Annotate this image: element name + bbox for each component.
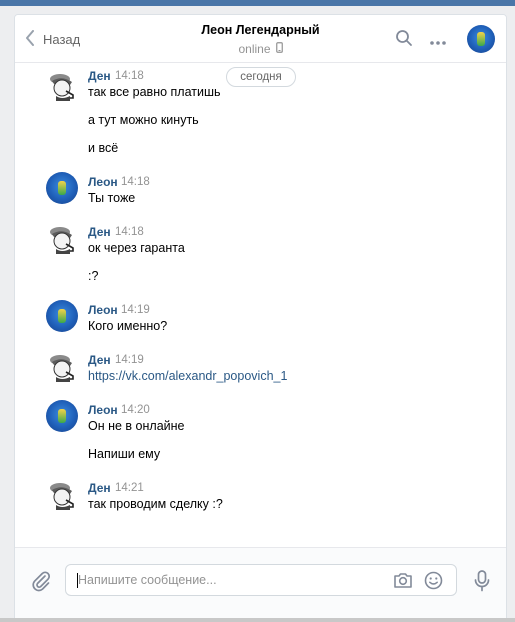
avatar-den[interactable] [46,69,78,101]
message-time[interactable]: 14:18 [115,226,144,238]
message-author[interactable]: Ден [88,69,111,83]
smile-icon[interactable] [424,571,443,593]
message-author[interactable]: Ден [88,225,111,239]
date-divider: сегодня [226,67,296,87]
avatar-leon[interactable] [46,172,78,204]
message-author[interactable]: Леон [88,175,118,189]
camera-icon[interactable] [393,571,413,592]
message-author[interactable]: Леон [88,403,118,417]
message-time[interactable]: 14:20 [121,404,150,416]
avatar-den[interactable] [46,350,78,382]
message-text: Кого именно? [88,319,168,333]
microphone-icon[interactable] [474,570,490,595]
more-dots-icon[interactable] [429,35,447,49]
message-time[interactable]: 14:18 [115,70,144,82]
message-time[interactable]: 14:19 [121,304,150,316]
avatar-den[interactable] [46,478,78,510]
message-author[interactable]: Леон [88,303,118,317]
message-text: :? [88,269,99,283]
message-time[interactable]: 14:19 [115,354,144,366]
message-composer [15,547,506,619]
chat-panel: Назад Леон Легендарный online сегодня Де… [14,14,507,620]
paperclip-icon[interactable] [31,570,51,595]
message-text: Напиши ему [88,447,161,461]
message-input-box[interactable] [65,564,457,596]
message-text: Он не в онлайне [88,419,185,433]
message-history: сегодня Ден 14:18 так все равно платишь … [15,64,506,547]
avatar-leon[interactable] [46,400,78,432]
mobile-phone-icon [275,42,283,56]
message-text: ок через гаранта [88,241,185,255]
message-input[interactable] [78,565,378,595]
message-text: так все равно платишь [88,85,221,99]
message-text: и всё [88,141,119,155]
peer-avatar[interactable] [467,25,495,53]
message-text: так проводим сделку :? [88,497,223,511]
avatar-leon[interactable] [46,300,78,332]
avatar-den[interactable] [46,222,78,254]
message-link[interactable]: https://vk.com/alexandr_popovich_1 [88,369,287,383]
message-time[interactable]: 14:18 [121,176,150,188]
message-author[interactable]: Ден [88,353,111,367]
message-author[interactable]: Ден [88,481,111,495]
message-time[interactable]: 14:21 [115,482,144,494]
window-bottom-edge [0,618,515,622]
top-accent-strip [0,0,515,6]
online-status: online [238,42,271,56]
message-text: а тут можно кинуть [88,113,199,127]
message-text: Ты тоже [88,191,136,205]
search-icon[interactable] [395,29,413,50]
chat-header: Назад Леон Легендарный online [15,15,506,63]
